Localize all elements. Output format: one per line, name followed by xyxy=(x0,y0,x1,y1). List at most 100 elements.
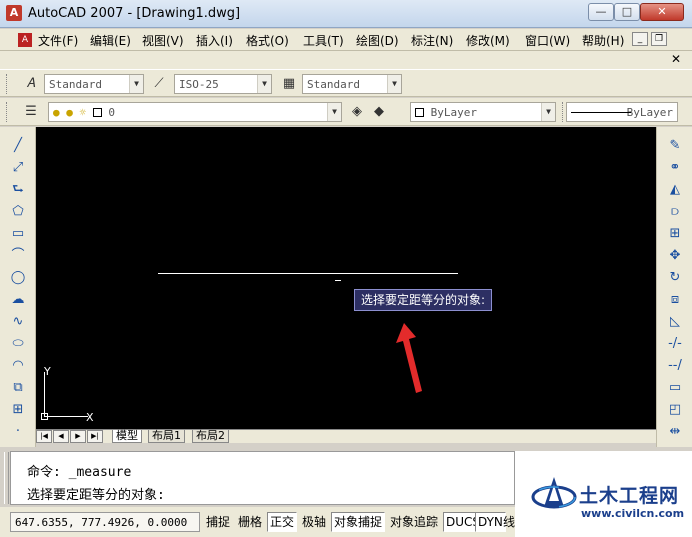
document-icon[interactable]: A xyxy=(18,33,32,47)
tab-layout1[interactable]: 布局1 xyxy=(148,430,185,443)
watermark-url: www.civilcn.com xyxy=(581,507,685,520)
autocad-app-icon[interactable]: A xyxy=(6,5,22,21)
command-window[interactable]: 命令: _measure 选择要定距等分的对象: xyxy=(10,451,515,505)
layer-manager-icon[interactable]: ☰ xyxy=(22,103,40,121)
insert-block-icon[interactable]: ⧉ xyxy=(9,379,27,397)
prev-tab-button[interactable]: ◀ xyxy=(53,430,69,443)
drawing-canvas[interactable]: 选择要定距等分的对象: Y X xyxy=(36,127,656,429)
layout-tabs-bar: |◀ ◀ ▶ ▶| 模型 布局1 布局2 xyxy=(36,429,656,443)
command-history-line: 命令: _measure xyxy=(27,465,132,480)
close-button[interactable]: ✕ xyxy=(640,3,684,21)
layer-previous-icon[interactable]: ◆ xyxy=(370,103,388,121)
first-tab-button[interactable]: |◀ xyxy=(36,430,52,443)
dim-style-icon[interactable]: ⟋ xyxy=(150,75,168,93)
trim-icon[interactable]: -/- xyxy=(666,335,684,353)
table-style-icon[interactable]: ▦ xyxy=(280,75,298,93)
otrack-toggle[interactable]: 对象追踪 xyxy=(387,512,441,532)
text-style-icon[interactable]: 𝐴 xyxy=(22,75,40,93)
toolbar-grip[interactable] xyxy=(562,102,565,122)
table-style-select[interactable]: Standard ▼ xyxy=(302,74,402,94)
menu-file[interactable]: 文件(F) xyxy=(38,32,78,49)
chevron-down-icon: ▼ xyxy=(327,103,341,121)
polar-toggle[interactable]: 极轴 xyxy=(299,512,329,532)
spline-icon[interactable]: ∿ xyxy=(9,313,27,331)
chevron-down-icon: ▼ xyxy=(387,75,401,93)
drawn-line[interactable] xyxy=(158,273,458,274)
window-title: AutoCAD 2007 - [Drawing1.dwg] xyxy=(28,6,241,21)
offset-icon[interactable]: ⫐ xyxy=(666,203,684,221)
menu-insert[interactable]: 插入(I) xyxy=(196,32,233,49)
color-select[interactable]: ByLayer ▼ xyxy=(410,102,556,122)
toolbar-grip[interactable] xyxy=(6,74,9,94)
tab-layout2[interactable]: 布局2 xyxy=(192,430,229,443)
polygon-icon[interactable]: ⬠ xyxy=(9,203,27,221)
revision-cloud-icon[interactable]: ☁ xyxy=(9,291,27,309)
erase-icon[interactable]: ✎ xyxy=(666,137,684,155)
ortho-toggle[interactable]: 正交 xyxy=(267,512,298,532)
menu-view[interactable]: 视图(V) xyxy=(142,32,184,49)
color-swatch xyxy=(415,108,424,117)
doc-restore-button[interactable]: ❐ xyxy=(651,32,667,46)
draw-toolbar: ╱ ⤢ ⮑ ⬠ ▭ ⌒ ◯ ☁ ∿ ⬭ ◠ ⧉ ⊞ · xyxy=(0,127,36,447)
title-bar: A AutoCAD 2007 - [Drawing1.dwg] — □ ✕ xyxy=(0,0,692,28)
watermark: 土木工程网 www.civilcn.com xyxy=(515,451,692,537)
copy-icon[interactable]: ⚭ xyxy=(666,159,684,177)
toolbar-grip[interactable] xyxy=(6,102,9,122)
ucs-x-label: X xyxy=(86,411,94,424)
menu-edit[interactable]: 编辑(E) xyxy=(90,32,131,49)
rotate-icon[interactable]: ↻ xyxy=(666,269,684,287)
menu-modify[interactable]: 修改(M) xyxy=(466,32,510,49)
menu-tools[interactable]: 工具(T) xyxy=(303,32,344,49)
grid-toggle[interactable]: 栅格 xyxy=(235,512,265,532)
line-icon[interactable]: ╱ xyxy=(9,137,27,155)
layer-select[interactable]: ● ● ☼ 0 ▼ xyxy=(48,102,342,122)
civilcn-logo-icon xyxy=(531,477,577,509)
polyline-icon[interactable]: ⮑ xyxy=(9,181,27,199)
stretch-icon[interactable]: ◺ xyxy=(666,313,684,331)
linetype-select[interactable]: ByLayer xyxy=(566,102,678,122)
menu-help[interactable]: 帮助(H) xyxy=(582,32,624,49)
document-close-strip: ✕ xyxy=(0,51,692,69)
minimize-button[interactable]: — xyxy=(588,3,614,21)
last-tab-button[interactable]: ▶| xyxy=(87,430,103,443)
menu-bar: A 文件(F) 编辑(E) 视图(V) 插入(I) 格式(O) 工具(T) 绘图… xyxy=(0,29,692,51)
extend-icon[interactable]: --/ xyxy=(666,357,684,375)
coordinate-display[interactable]: 647.6355, 777.4926, 0.0000 xyxy=(10,512,200,532)
tab-model[interactable]: 模型 xyxy=(112,430,142,443)
rectangle-icon[interactable]: ▭ xyxy=(9,225,27,243)
doc-close-icon[interactable]: ✕ xyxy=(668,53,684,67)
circle-icon[interactable]: ◯ xyxy=(9,269,27,287)
ellipse-icon[interactable]: ⬭ xyxy=(9,335,27,353)
make-block-icon[interactable]: ⊞ xyxy=(9,401,27,419)
text-style-select[interactable]: Standard ▼ xyxy=(44,74,144,94)
move-icon[interactable]: ✥ xyxy=(666,247,684,265)
explode-icon[interactable]: ⇹ xyxy=(666,423,684,441)
chamfer-icon[interactable]: ◰ xyxy=(666,401,684,419)
scale-icon[interactable]: ⧈ xyxy=(666,291,684,309)
arc-icon[interactable]: ⌒ xyxy=(9,247,27,265)
break-icon[interactable]: ▭ xyxy=(666,379,684,397)
layer-color-swatch xyxy=(92,108,102,117)
menu-format[interactable]: 格式(O) xyxy=(246,32,289,49)
dim-style-select[interactable]: ISO-25 ▼ xyxy=(174,74,272,94)
menu-window[interactable]: 窗口(W) xyxy=(525,32,570,49)
point-icon[interactable]: · xyxy=(9,423,27,441)
osnap-toggle[interactable]: 对象捕捉 xyxy=(331,512,386,532)
make-layer-current-icon[interactable]: ◈ xyxy=(348,103,366,121)
ellipse-arc-icon[interactable]: ◠ xyxy=(9,357,27,375)
layer-state-icons: ● ● ☼ xyxy=(53,106,93,119)
doc-minimize-button[interactable]: _ xyxy=(632,32,648,46)
red-arrow-annotation xyxy=(396,323,422,393)
chevron-down-icon: ▼ xyxy=(541,103,555,121)
command-window-grip[interactable] xyxy=(4,452,9,504)
next-tab-button[interactable]: ▶ xyxy=(70,430,86,443)
maximize-button[interactable]: □ xyxy=(614,3,640,21)
mirror-icon[interactable]: ◭ xyxy=(666,181,684,199)
array-icon[interactable]: ⊞ xyxy=(666,225,684,243)
snap-toggle[interactable]: 捕捉 xyxy=(203,512,233,532)
construction-line-icon[interactable]: ⤢ xyxy=(9,159,27,177)
command-prompt-line[interactable]: 选择要定距等分的对象: xyxy=(27,484,165,503)
menu-draw[interactable]: 绘图(D) xyxy=(356,32,399,49)
menu-dimension[interactable]: 标注(N) xyxy=(411,32,453,49)
modify-toolbar: ✎ ⚭ ◭ ⫐ ⊞ ✥ ↻ ⧈ ◺ -/- --/ ▭ ◰ ⇹ xyxy=(656,127,692,447)
